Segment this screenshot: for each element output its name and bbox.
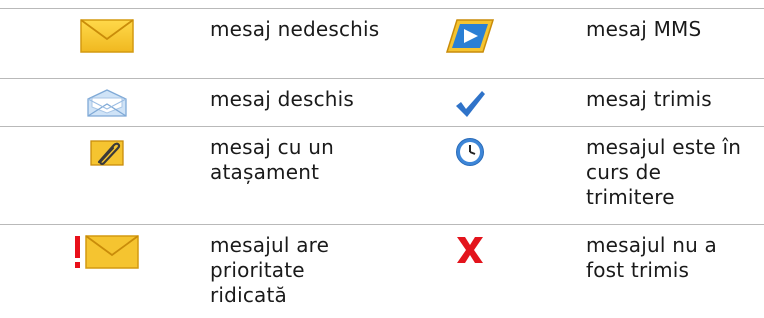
legend-row: mesaj nedeschis mesaj MMS <box>0 8 764 78</box>
legend-label-high-priority: mesajul are prioritate ridicată <box>210 233 330 307</box>
envelope-closed-icon <box>62 19 152 53</box>
legend-label-read: mesaj deschis <box>210 87 355 111</box>
legend-label-mms: mesaj MMS <box>586 17 702 41</box>
legend-label-attachment: mesaj cu un atașament <box>210 135 334 184</box>
legend-label-unread: mesaj nedeschis <box>210 17 380 41</box>
legend-row: mesaj deschis mesaj trimis <box>0 78 764 126</box>
high-priority-envelope-icon <box>62 235 152 269</box>
legend-label-sent: mesaj trimis <box>586 87 712 111</box>
message-icon-legend: mesaj nedeschis mesaj MMS mesaj deschis <box>0 8 764 317</box>
legend-row: mesajul are prioritate ridicată mesajul … <box>0 224 764 317</box>
red-x-icon <box>430 235 510 265</box>
paperclip-attachment-icon <box>62 137 152 167</box>
checkmark-icon <box>430 89 510 119</box>
clock-icon <box>430 137 510 167</box>
mms-message-icon <box>430 19 510 53</box>
legend-row: mesaj cu un atașament mesajul este în cu… <box>0 126 764 224</box>
legend-label-not-sent: mesajul nu a fost trimis <box>586 233 717 282</box>
envelope-open-icon <box>62 89 152 117</box>
legend-label-sending: mesajul este în curs de trimitere <box>586 135 742 209</box>
